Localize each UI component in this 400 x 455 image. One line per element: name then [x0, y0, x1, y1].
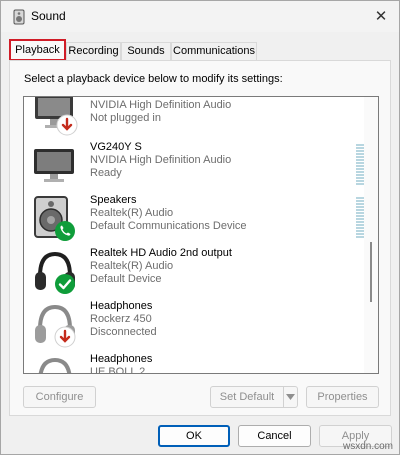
device-driver: Rockerz 450: [90, 313, 152, 325]
tab-playback[interactable]: Playback: [9, 39, 66, 61]
ok-button[interactable]: OK: [158, 425, 230, 447]
sound-dialog: Sound ✕ Playback Recording Sounds Commun…: [0, 0, 400, 455]
properties-button[interactable]: Properties: [306, 386, 379, 408]
set-default-label: Set Default: [219, 391, 275, 403]
tab-sounds[interactable]: Sounds: [121, 42, 171, 61]
device-text: Realtek HD Audio 2nd output Realtek(R) A…: [90, 247, 232, 286]
device-status: Default Device: [90, 273, 162, 285]
unplugged-badge-icon: [54, 326, 76, 348]
cancel-button[interactable]: Cancel: [238, 425, 311, 447]
device-name: Headphones: [90, 353, 153, 365]
headphones-icon: [38, 357, 72, 373]
device-driver: Realtek(R) Audio: [90, 260, 174, 272]
tab-recording-label: Recording: [68, 45, 119, 57]
chevron-down-icon[interactable]: [283, 387, 297, 407]
check-badge-icon: [55, 274, 75, 294]
close-icon[interactable]: ✕: [371, 6, 391, 26]
device-status: Default Communications Device: [90, 220, 247, 232]
device-text: VG240Y S NVIDIA High Definition Audio Re…: [90, 141, 231, 180]
configure-button[interactable]: Configure: [23, 386, 96, 408]
list-item[interactable]: Headphones UE BOLL 2: [24, 350, 364, 374]
device-list-scrollbar[interactable]: [364, 97, 378, 373]
device-text: Headphones Rockerz 450 Disconnected: [90, 300, 157, 339]
tab-communications[interactable]: Communications: [171, 42, 257, 61]
list-item[interactable]: Realtek HD Audio 2nd output Realtek(R) A…: [24, 244, 364, 297]
device-name: Headphones: [90, 300, 153, 312]
tab-sounds-label: Sounds: [127, 45, 165, 57]
list-item[interactable]: Speakers Realtek(R) Audio Default Commun…: [24, 191, 370, 244]
scroll-thumb[interactable]: [370, 242, 372, 302]
tab-playback-label: Playback: [15, 44, 60, 56]
list-item[interactable]: NVIDIA High Definition Audio Not plugged…: [24, 97, 364, 138]
title-bar: Sound ✕: [1, 1, 399, 32]
playback-panel: Select a playback device below to modify…: [9, 60, 391, 416]
device-status: Disconnected: [90, 326, 157, 338]
speaker-icon: [13, 9, 25, 25]
device-text: Speakers Realtek(R) Audio Default Commun…: [90, 194, 247, 233]
device-name: Realtek HD Audio 2nd output: [90, 247, 232, 259]
device-name: VG240Y S: [90, 141, 142, 153]
device-driver: Realtek(R) Audio: [90, 207, 174, 219]
device-text: NVIDIA High Definition Audio Not plugged…: [90, 99, 231, 125]
watermark: wsxdn.com: [342, 441, 393, 452]
device-text: Headphones UE BOLL 2: [90, 353, 153, 374]
device-list[interactable]: NVIDIA High Definition Audio Not plugged…: [23, 96, 379, 374]
set-default-button[interactable]: Set Default: [210, 386, 298, 408]
tab-communications-label: Communications: [173, 45, 255, 57]
list-item[interactable]: VG240Y S NVIDIA High Definition Audio Re…: [24, 138, 370, 191]
device-status: Ready: [90, 167, 122, 179]
unplugged-badge-icon: [56, 114, 78, 136]
window-title: Sound: [31, 9, 66, 23]
monitor-icon: [34, 149, 74, 182]
device-driver: NVIDIA High Definition Audio: [90, 99, 232, 111]
device-status: Not plugged in: [90, 112, 161, 124]
list-item[interactable]: Headphones Rockerz 450 Disconnected: [24, 297, 364, 350]
phone-badge-icon: [55, 221, 75, 241]
device-driver: UE BOLL 2: [90, 366, 146, 374]
instruction-text: Select a playback device below to modify…: [24, 73, 283, 85]
device-driver: NVIDIA High Definition Audio: [90, 154, 232, 166]
tab-recording[interactable]: Recording: [66, 42, 121, 61]
device-name: Speakers: [90, 194, 137, 206]
